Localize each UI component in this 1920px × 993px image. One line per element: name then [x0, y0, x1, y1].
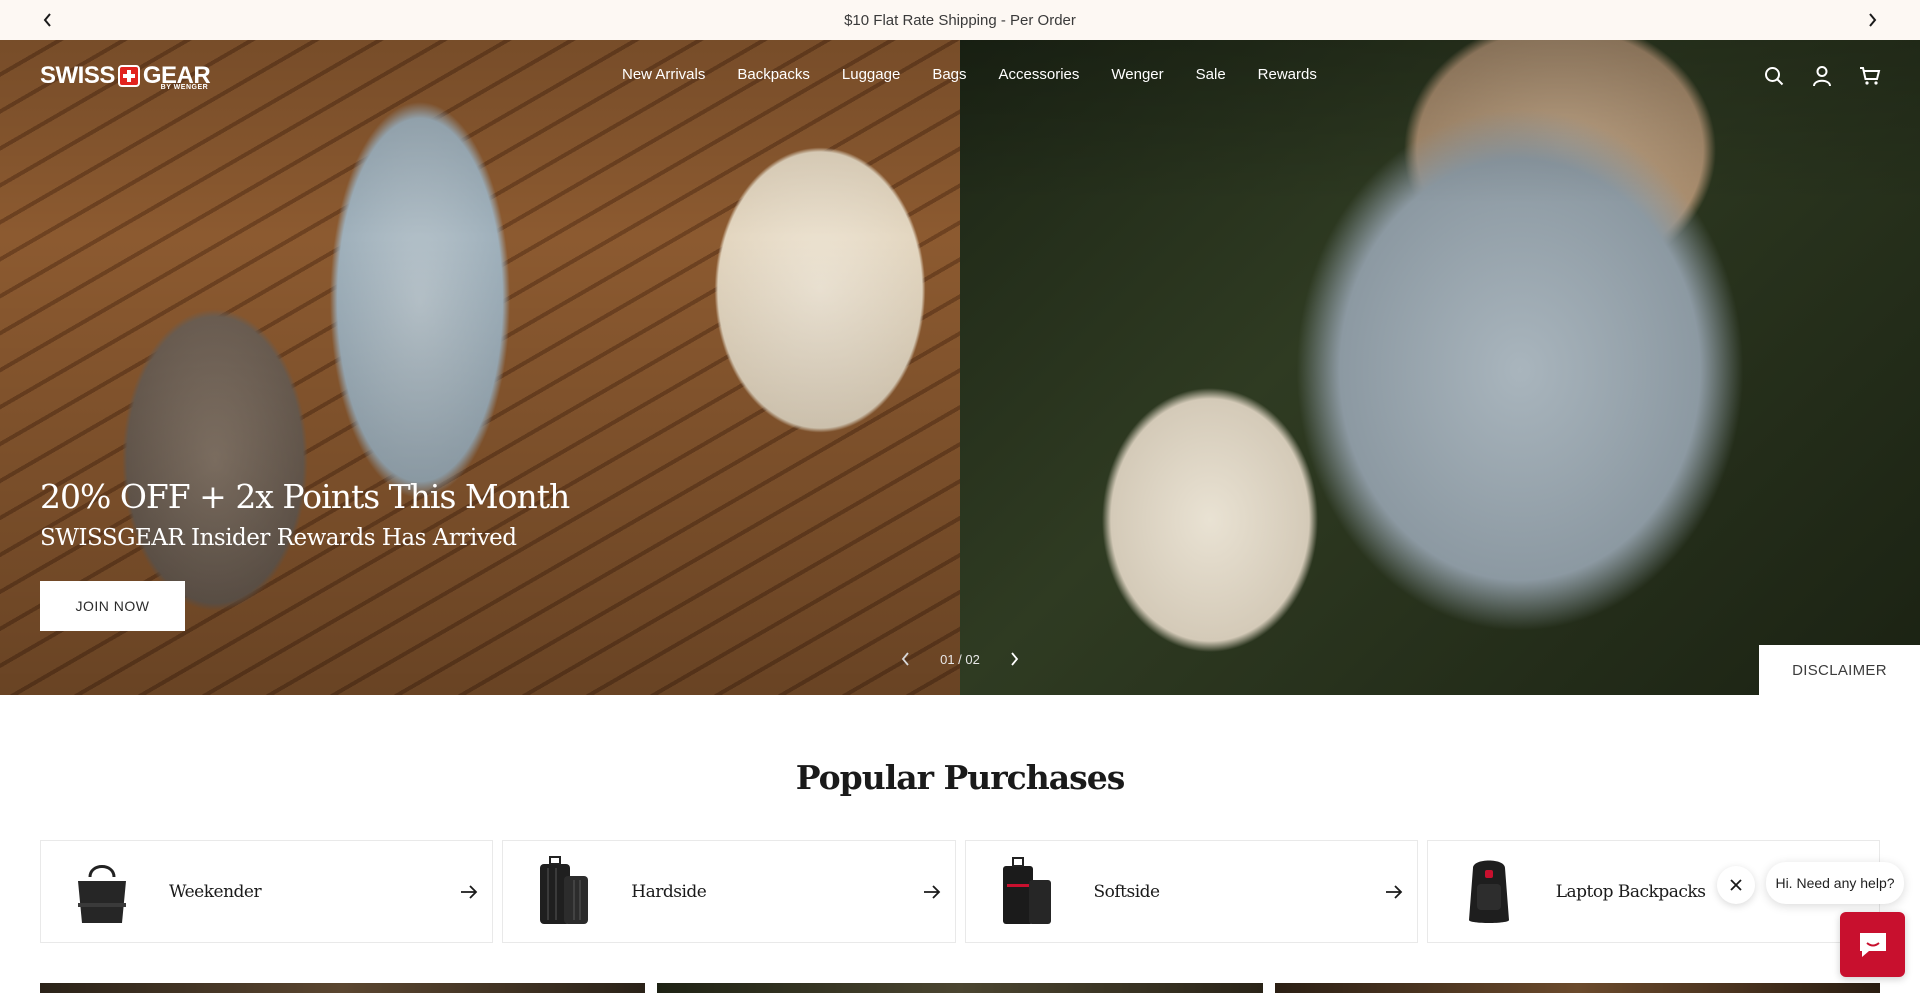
- account-button[interactable]: [1810, 64, 1834, 88]
- category-label: Softside: [1093, 881, 1161, 902]
- arrow-right-icon: [458, 881, 480, 903]
- announcement-bar: $10 Flat Rate Shipping - Per Order: [0, 0, 1920, 40]
- search-button[interactable]: [1762, 64, 1786, 88]
- category-label: Hardside: [631, 881, 707, 902]
- hardside-thumbnail: [519, 852, 609, 932]
- category-card-weekender[interactable]: Weekender: [40, 840, 494, 943]
- swissgear-logo[interactable]: SWISS GEAR BY WENGER: [40, 60, 211, 92]
- chat-greeting-bubble[interactable]: Hi. Need any help?: [1766, 862, 1904, 904]
- swiss-cross-icon: [115, 65, 143, 87]
- category-label: Weekender: [169, 881, 262, 902]
- disclaimer-button[interactable]: DISCLAIMER: [1759, 645, 1920, 695]
- hero-pager: 01 / 02: [895, 648, 1025, 670]
- chat-launcher-button[interactable]: [1840, 912, 1905, 977]
- chevron-right-icon: [1011, 652, 1019, 666]
- popular-purchases-title: Popular Purchases: [795, 758, 1126, 797]
- nav-new-arrivals[interactable]: New Arrivals: [622, 66, 705, 83]
- nav-bags[interactable]: Bags: [932, 66, 966, 83]
- popular-purchases-list: Weekender Hardside Softside Laptop Backp…: [40, 840, 1880, 943]
- announcement-next-button[interactable]: [1852, 0, 1892, 40]
- weekender-thumbnail: [57, 852, 147, 932]
- cart-button[interactable]: [1858, 64, 1882, 88]
- nav-rewards[interactable]: Rewards: [1258, 66, 1317, 83]
- nav-sale[interactable]: Sale: [1196, 66, 1226, 83]
- chevron-right-icon: [1869, 13, 1877, 27]
- announcement-text: $10 Flat Rate Shipping - Per Order: [844, 11, 1076, 29]
- chevron-left-icon: [43, 13, 51, 27]
- arrow-right-icon: [1383, 881, 1405, 903]
- search-icon: [1765, 67, 1784, 86]
- hero-subtitle: SWISSGEAR Insider Rewards Has Arrived: [40, 525, 517, 551]
- hero-next-button[interactable]: [1003, 648, 1025, 670]
- category-card-hardside[interactable]: Hardside: [502, 840, 956, 943]
- nav-wenger[interactable]: Wenger: [1111, 66, 1163, 83]
- promo-image-1: [40, 983, 646, 993]
- main-nav: New Arrivals Backpacks Luggage Bags Acce…: [622, 66, 1349, 83]
- header-icons: [1762, 64, 1882, 88]
- account-icon: [1813, 66, 1831, 87]
- laptop-backpack-thumbnail: [1444, 852, 1534, 932]
- category-card-softside[interactable]: Softside: [964, 840, 1418, 943]
- nav-accessories[interactable]: Accessories: [999, 66, 1080, 83]
- hero-pager-count: 01 / 02: [940, 651, 980, 667]
- cart-icon: [1860, 67, 1881, 85]
- promo-image-2: [657, 983, 1263, 993]
- close-icon: [1730, 879, 1742, 891]
- softside-thumbnail: [982, 852, 1072, 932]
- nav-luggage[interactable]: Luggage: [842, 66, 900, 83]
- chevron-left-icon: [901, 652, 909, 666]
- promo-image-3: [1274, 983, 1880, 993]
- logo-sub: BY WENGER: [160, 84, 209, 91]
- hero-banner: [0, 40, 1920, 695]
- logo-text-left: SWISS: [40, 62, 115, 89]
- category-label: Laptop Backpacks: [1555, 881, 1706, 902]
- hero-image-backpack: [960, 40, 1920, 695]
- join-now-button[interactable]: JOIN NOW: [40, 581, 185, 631]
- chat-icon: [1859, 932, 1886, 957]
- nav-backpacks[interactable]: Backpacks: [737, 66, 810, 83]
- site-header: SWISS GEAR BY WENGER New Arrivals Backpa…: [0, 40, 1920, 112]
- next-section-image-strip: [40, 983, 1880, 993]
- announcement-prev-button[interactable]: [28, 0, 68, 40]
- hero-prev-button[interactable]: [895, 648, 917, 670]
- arrow-right-icon: [921, 881, 943, 903]
- chat-dismiss-button[interactable]: [1717, 866, 1755, 904]
- hero-title: 20% OFF + 2x Points This Month: [40, 477, 570, 516]
